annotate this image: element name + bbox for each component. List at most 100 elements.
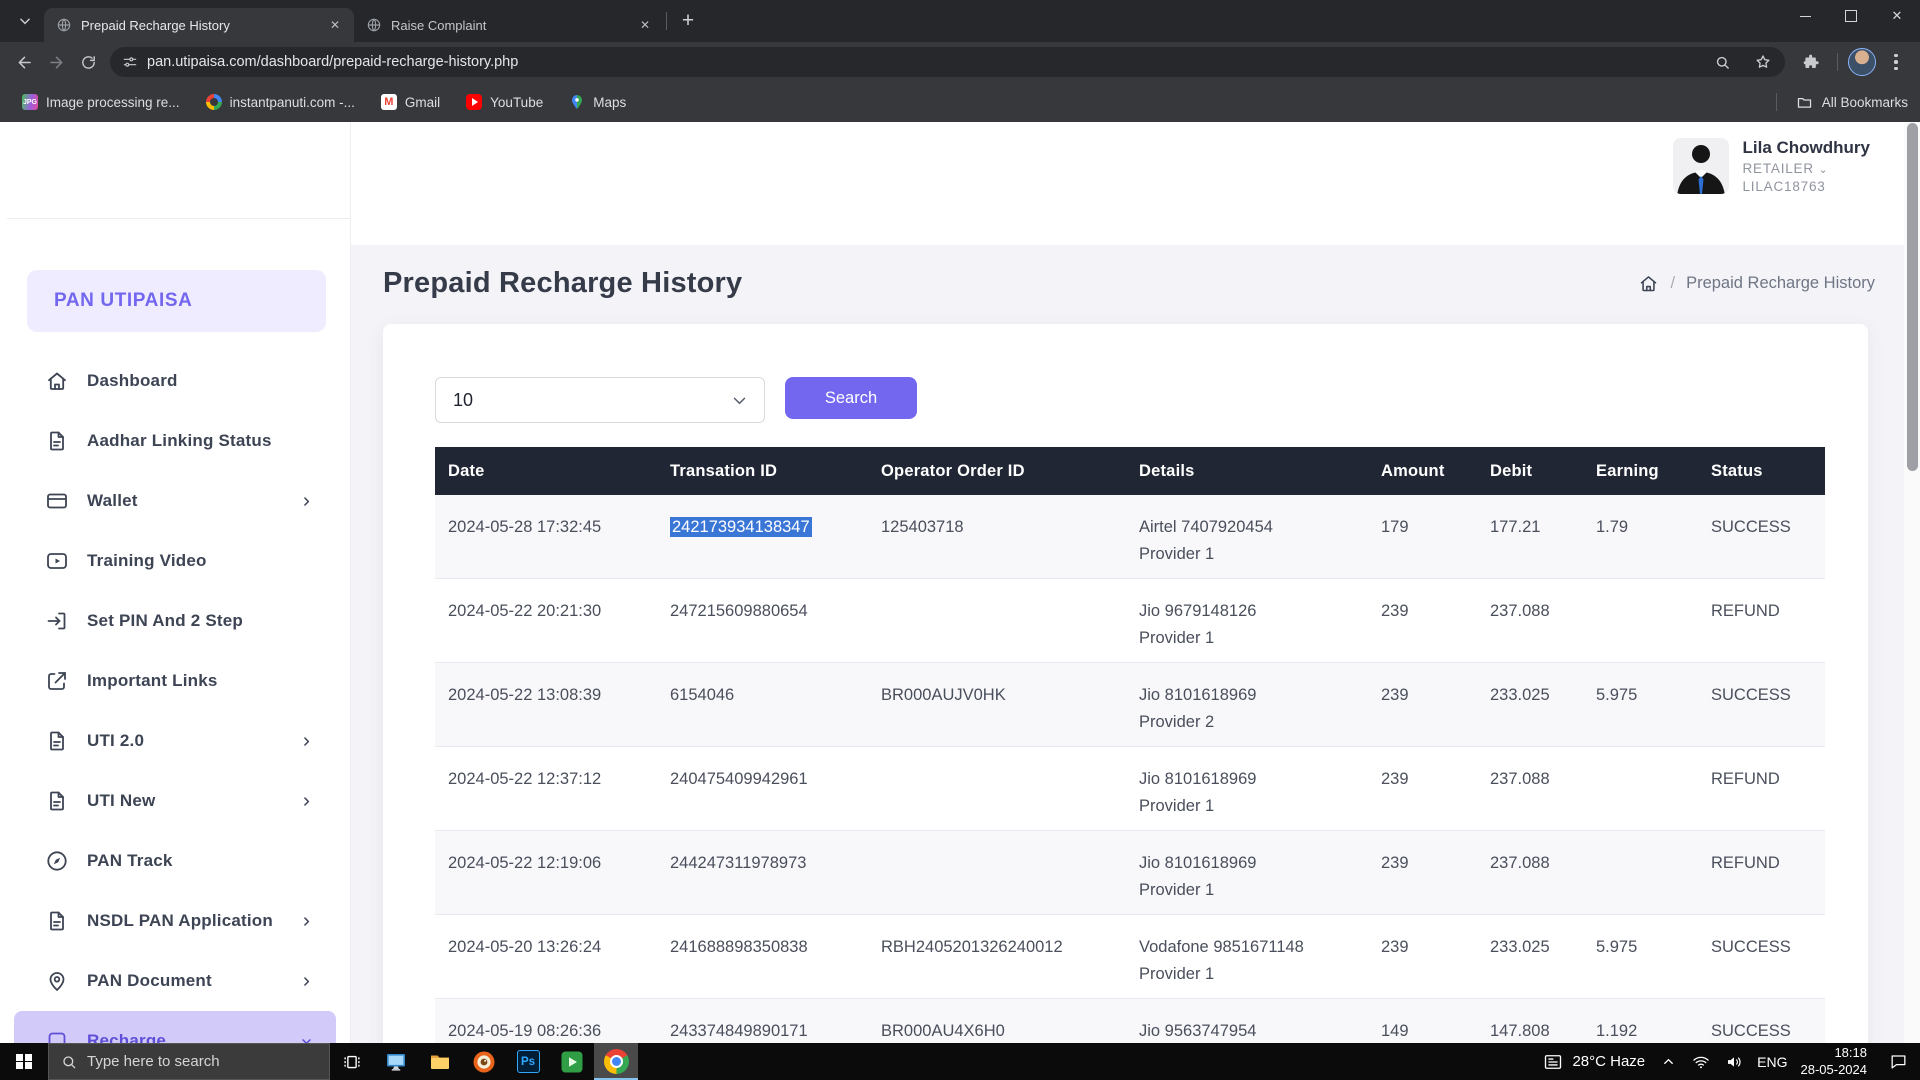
taskbar-search[interactable]: Type here to search	[48, 1043, 330, 1080]
bookmark-item[interactable]: instantpanuti.com -...	[196, 90, 365, 114]
doc-icon	[45, 909, 69, 933]
pin-icon	[45, 969, 69, 993]
taskbar-app-photoshop[interactable]: Ps	[506, 1043, 550, 1080]
sidebar-item-pan-track[interactable]: PAN Track	[0, 831, 350, 891]
weather-text: 28°C Haze	[1572, 1053, 1645, 1070]
page-scrollbar[interactable]	[1904, 122, 1920, 1043]
taskbar-app-pc[interactable]	[374, 1043, 418, 1080]
table-row: 2024-05-22 20:21:30 247215609880654 Jio …	[435, 579, 1825, 663]
sidebar-item-nsdl-pan-application[interactable]: NSDL PAN Application	[0, 891, 350, 951]
bookmark-star-button[interactable]	[1747, 46, 1779, 78]
browser-tab[interactable]: Prepaid Recharge History ✕	[44, 8, 354, 42]
maximize-button[interactable]	[1828, 0, 1874, 32]
start-button[interactable]	[0, 1043, 48, 1080]
sidebar-item-set-pin-and-2-step[interactable]: Set PIN And 2 Step	[0, 591, 350, 651]
browser-menu-button[interactable]	[1880, 46, 1912, 78]
forward-icon	[47, 53, 66, 72]
all-bookmarks-label[interactable]: All Bookmarks	[1822, 95, 1908, 110]
column-header-operator-order-id: Operator Order ID	[881, 462, 1139, 481]
tray-expand-button[interactable]	[1658, 1054, 1678, 1069]
taskbar-app-chrome[interactable]	[594, 1043, 638, 1080]
sidebar-item-label: Wallet	[87, 491, 138, 511]
sidebar-item-wallet[interactable]: Wallet	[0, 471, 350, 531]
cell-date: 2024-05-19 08:26:36	[435, 1018, 670, 1043]
column-header-debit: Debit	[1490, 462, 1596, 481]
reload-button[interactable]	[72, 46, 104, 78]
user-avatar	[1673, 138, 1729, 194]
task-view-button[interactable]	[330, 1043, 374, 1080]
bookmark-item[interactable]: Maps	[559, 90, 636, 114]
bookmark-item[interactable]: YouTube	[456, 90, 553, 114]
back-button[interactable]	[8, 46, 40, 78]
cell-transaction-id: 242173934138347	[670, 514, 881, 578]
tab-search-button[interactable]	[8, 4, 42, 38]
cell-transaction-id: 241688898350838	[670, 934, 881, 998]
cell-status: SUCCESS	[1711, 682, 1825, 746]
sidebar-item-label: Training Video	[87, 551, 207, 571]
cell-amount: 239	[1381, 766, 1490, 830]
user-profile[interactable]: Lila Chowdhury RETAILER ⌄ LILAC18763	[1673, 138, 1871, 194]
puzzle-icon	[1802, 53, 1820, 71]
tab-close-icon[interactable]: ✕	[326, 16, 344, 34]
jpg-file-icon: JPG	[22, 94, 38, 110]
cell-details: Jio 9679148126Provider 1	[1139, 598, 1381, 662]
cell-status: REFUND	[1711, 850, 1825, 914]
cell-details: Airtel 7407920454Provider 1	[1139, 514, 1381, 578]
brand-logo[interactable]: PAN UTIPAISA	[27, 270, 326, 332]
sidebar-item-dashboard[interactable]: Dashboard	[0, 351, 350, 411]
sidebar-item-pan-document[interactable]: PAN Document	[0, 951, 350, 1011]
minimize-button[interactable]	[1782, 0, 1828, 32]
wifi-tray-icon[interactable]	[1691, 1053, 1711, 1071]
wallet-icon	[45, 489, 69, 513]
zoom-indicator-button[interactable]	[1706, 46, 1738, 78]
sidebar-item-label: NSDL PAN Application	[87, 911, 273, 931]
maps-icon	[569, 94, 585, 110]
volume-icon	[1725, 1053, 1743, 1071]
cell-date: 2024-05-22 13:08:39	[435, 682, 670, 746]
column-header-details: Details	[1139, 462, 1381, 481]
bookmark-item[interactable]: JPG Image processing re...	[12, 90, 190, 114]
taskbar-weather[interactable]: 28°C Haze	[1543, 1052, 1645, 1072]
cell-earning	[1596, 850, 1711, 914]
sidebar-item-training-video[interactable]: Training Video	[0, 531, 350, 591]
chevron-right-icon	[299, 914, 314, 929]
play-app-icon	[560, 1050, 584, 1074]
chevron-down-icon: ⌄	[1818, 164, 1828, 176]
browser-profile-avatar[interactable]	[1848, 48, 1876, 76]
extensions-button[interactable]	[1795, 46, 1827, 78]
sidebar-item-important-links[interactable]: Important Links	[0, 651, 350, 711]
taskbar-app-play[interactable]	[550, 1043, 594, 1080]
cell-date: 2024-05-22 12:37:12	[435, 766, 670, 830]
cell-debit: 177.21	[1490, 514, 1596, 578]
volume-tray-icon[interactable]	[1724, 1053, 1744, 1071]
search-icon	[61, 1054, 77, 1070]
taskbar-app-viewer[interactable]	[462, 1043, 506, 1080]
sidebar-item-recharge[interactable]: Recharge	[14, 1011, 336, 1043]
photoshop-icon: Ps	[517, 1050, 540, 1073]
page-size-value: 10	[453, 390, 473, 411]
taskbar-clock[interactable]: 18:18 28-05-2024	[1801, 1045, 1868, 1079]
sidebar-item-uti-2-0[interactable]: UTI 2.0	[0, 711, 350, 771]
bookmark-label: YouTube	[490, 95, 543, 110]
breadcrumb-home-icon[interactable]	[1638, 273, 1659, 294]
new-tab-button[interactable]: +	[673, 6, 703, 36]
tab-close-icon[interactable]: ✕	[636, 16, 654, 34]
scrollbar-thumb[interactable]	[1907, 123, 1918, 471]
video-icon	[45, 549, 69, 573]
address-bar[interactable]: pan.utipaisa.com/dashboard/prepaid-recha…	[110, 47, 1785, 77]
sidebar-item-uti-new[interactable]: UTI New	[0, 771, 350, 831]
cell-date: 2024-05-20 13:26:24	[435, 934, 670, 998]
column-header-date: Date	[435, 462, 670, 481]
forward-button[interactable]	[40, 46, 72, 78]
browser-tab[interactable]: Raise Complaint ✕	[354, 8, 664, 42]
language-indicator[interactable]: ENG	[1757, 1054, 1787, 1070]
bookmark-item[interactable]: M Gmail	[371, 90, 450, 114]
sidebar-item-aadhar-linking-status[interactable]: Aadhar Linking Status	[0, 411, 350, 471]
notification-center-button[interactable]	[1888, 1052, 1908, 1071]
taskbar-app-file-explorer[interactable]	[418, 1043, 462, 1080]
page-size-select[interactable]: 10	[435, 377, 765, 423]
close-window-button[interactable]: ✕	[1874, 0, 1920, 32]
youtube-icon	[466, 94, 482, 110]
search-button[interactable]: Search	[785, 377, 917, 419]
browser-tab-bar: Prepaid Recharge History ✕ Raise Complai…	[0, 0, 1920, 42]
